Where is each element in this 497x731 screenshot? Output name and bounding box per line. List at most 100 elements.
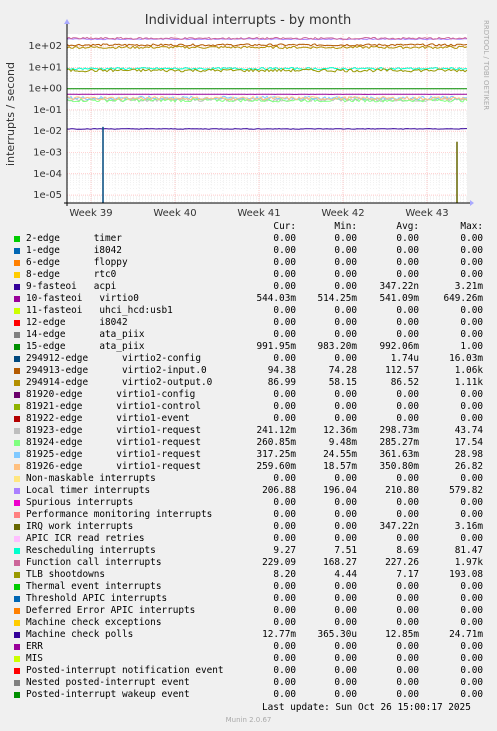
legend-cur: 241.12m xyxy=(256,425,296,436)
legend-row: 81922-edge virtio1-event 0.00 0.00 0.00 0.00 xyxy=(0,413,497,425)
legend-avg: 8.69 xyxy=(396,545,419,556)
legend-label: Non-maskable interrupts xyxy=(26,473,156,484)
legend-min: 0.00 xyxy=(334,245,357,256)
legend-min: 0.00 xyxy=(334,653,357,664)
x-tick-label: Week 43 xyxy=(405,208,448,219)
y-tick-label: 1e+01 xyxy=(28,62,62,73)
y-tick-label: 1e-03 xyxy=(33,148,62,159)
legend-row: Nested posted-interrupt event 0.00 0.00 0.0… xyxy=(0,677,497,689)
legend-label: 294912-edge virtio2-config xyxy=(26,353,201,364)
legend-row: 294914-edge virtio2-output.0 86.99 58.15 86… xyxy=(0,377,497,389)
legend-min: 168.27 xyxy=(323,557,357,568)
legend-swatch xyxy=(14,548,20,554)
legend-max: 17.54 xyxy=(454,437,483,448)
y-tick-label: 1e+02 xyxy=(28,41,62,52)
legend-max: 0.00 xyxy=(460,605,483,616)
legend-swatch xyxy=(14,644,20,650)
legend-avg: 0.00 xyxy=(396,665,419,676)
x-tick-label: Week 39 xyxy=(69,208,112,219)
legend-row: IRQ work interrupts 0.00 0.00 347.22n 3.16m xyxy=(0,521,497,533)
legend-avg: 541.09m xyxy=(379,293,419,304)
legend-label: IRQ work interrupts xyxy=(26,521,134,532)
legend-cur: 0.00 xyxy=(273,269,296,280)
legend: Cur: Min: Avg: Max: 2-edge timer 0.00 0.00… xyxy=(0,221,497,701)
legend-max: 16.03m xyxy=(449,353,483,364)
legend-row: Deferred Error APIC interrupts 0.00 0.00 0.… xyxy=(0,605,497,617)
legend-avg: 12.85m xyxy=(385,629,419,640)
legend-avg: 0.00 xyxy=(396,497,419,508)
legend-row: 1-edge i8042 0.00 0.00 0.00 0.00 xyxy=(0,245,497,257)
legend-swatch xyxy=(14,692,20,698)
legend-cur: 0.00 xyxy=(273,281,296,292)
legend-avg: 0.00 xyxy=(396,689,419,700)
legend-swatch xyxy=(14,680,20,686)
legend-swatch xyxy=(14,536,20,542)
legend-cur: 0.00 xyxy=(273,533,296,544)
legend-row: 14-edge ata_piix 0.00 0.00 0.00 0.00 xyxy=(0,329,497,341)
legend-avg: 0.00 xyxy=(396,509,419,520)
x-tick-label: Week 40 xyxy=(153,208,196,219)
y-axis-label: interrupts / second xyxy=(4,62,17,166)
legend-cur: 0.00 xyxy=(273,617,296,628)
legend-avg: 1.74u xyxy=(390,353,419,364)
legend-row: Rescheduling interrupts 9.27 7.51 8.69 81.47 xyxy=(0,545,497,557)
legend-label: 81924-edge virtio1-request xyxy=(26,437,201,448)
legend-min: 0.00 xyxy=(334,689,357,700)
chart-title: Individual interrupts - by month xyxy=(145,13,351,28)
legend-cur: 0.00 xyxy=(273,497,296,508)
legend-row: TLB shootdowns 8.20 4.44 7.17 193.08 xyxy=(0,569,497,581)
legend-max: 0.00 xyxy=(460,257,483,268)
legend-min: 58.15 xyxy=(328,377,357,388)
legend-label: 8-edge rtc0 xyxy=(26,269,117,280)
legend-min: 24.55m xyxy=(323,449,357,460)
rrdtool-credit: RRDTOOL / TOBI OETIKER xyxy=(482,20,490,110)
legend-row: Posted-interrupt wakeup event 0.00 0.00 0.0… xyxy=(0,689,497,701)
legend-avg: 112.57 xyxy=(385,365,419,376)
legend-cur: 0.00 xyxy=(273,473,296,484)
legend-cur: 317.25m xyxy=(256,449,296,460)
legend-min: 0.00 xyxy=(334,665,357,676)
x-tick-label: Week 42 xyxy=(321,208,364,219)
legend-cur: 0.00 xyxy=(273,509,296,520)
legend-swatch xyxy=(14,272,20,278)
legend-swatch xyxy=(14,404,20,410)
chart: Individual interrupts - by month interru… xyxy=(4,13,490,219)
legend-row: Performance monitoring interrupts 0.00 0.0… xyxy=(0,509,497,521)
legend-row: 9-fasteoi acpi 0.00 0.00 347.22n 3.21m xyxy=(0,281,497,293)
legend-avg: 227.26 xyxy=(385,557,419,568)
legend-cur: 0.00 xyxy=(273,677,296,688)
legend-avg: 0.00 xyxy=(396,401,419,412)
legend-min: 0.00 xyxy=(334,413,357,424)
legend-label: 81925-edge virtio1-request xyxy=(26,449,201,460)
legend-label: ERR xyxy=(26,641,43,652)
legend-label: Function call interrupts xyxy=(26,557,162,568)
y-tick-label: 1e-05 xyxy=(33,190,62,201)
legend-min: 18.57m xyxy=(323,461,357,472)
legend-swatch xyxy=(14,668,20,674)
legend-cur: 0.00 xyxy=(273,413,296,424)
legend-label: TLB shootdowns xyxy=(26,569,106,580)
legend-label: Performance monitoring interrupts xyxy=(26,509,213,520)
legend-row: 12-edge i8042 0.00 0.00 0.00 0.00 xyxy=(0,317,497,329)
legend-swatch xyxy=(14,464,20,470)
legend-cur: 0.00 xyxy=(273,521,296,532)
legend-avg: 210.80 xyxy=(385,485,419,496)
legend-avg: 0.00 xyxy=(396,653,419,664)
legend-swatch xyxy=(14,476,20,482)
legend-swatch xyxy=(14,452,20,458)
col-avg-header: Avg: xyxy=(396,221,419,232)
legend-swatch xyxy=(14,344,20,350)
legend-swatch xyxy=(14,236,20,242)
legend-min: 0.00 xyxy=(334,305,357,316)
legend-avg: 0.00 xyxy=(396,233,419,244)
legend-cur: 229.09 xyxy=(262,557,296,568)
legend-cur: 0.00 xyxy=(273,389,296,400)
legend-cur: 0.00 xyxy=(273,665,296,676)
legend-label: Machine check polls xyxy=(26,629,134,640)
legend-row: ERR 0.00 0.00 0.00 0.00 xyxy=(0,641,497,653)
legend-row: 11-fasteoi uhci_hcd:usb1 0.00 0.00 0.00 0.00 xyxy=(0,305,497,317)
legend-swatch xyxy=(14,584,20,590)
col-cur-header: Cur: xyxy=(273,221,296,232)
legend-avg: 0.00 xyxy=(396,317,419,328)
legend-avg: 0.00 xyxy=(396,581,419,592)
